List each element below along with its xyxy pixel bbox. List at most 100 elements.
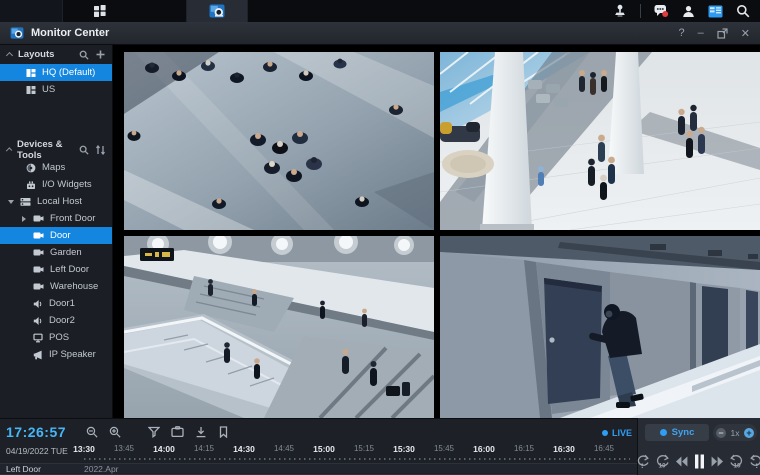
collapse-chevron-icon [6, 147, 12, 153]
devices-search-icon[interactable] [79, 145, 89, 155]
camera-icon [33, 248, 44, 257]
layout-grid-icon [26, 68, 36, 78]
skip-forward-10-button[interactable]: 10 [730, 454, 744, 468]
speed-increase-button[interactable]: + [744, 428, 754, 438]
svg-text:10: 10 [658, 462, 666, 468]
speed-value: 1x [731, 428, 740, 438]
ip-speaker-icon [33, 350, 43, 360]
taskbar-status-area [613, 0, 760, 22]
ruler-tick: 14:30 [224, 444, 264, 456]
add-layout-icon[interactable] [96, 50, 105, 59]
layout-item-hq-default[interactable]: HQ (Default) [0, 64, 112, 81]
bookmark-icon[interactable] [218, 426, 229, 438]
layout-item-us[interactable]: US [0, 81, 112, 98]
surveillance-station-icon [10, 27, 24, 39]
device-item-ip-speaker[interactable]: IP Speaker [0, 346, 112, 363]
devices-header-label: Devices & Tools [17, 139, 72, 161]
track-row-left-door[interactable]: Left Door 2022.Apr [0, 463, 637, 473]
previous-event-button[interactable] [636, 454, 649, 468]
ruler-tick: 13:45 [104, 444, 144, 456]
map-icon [26, 163, 36, 173]
rewind-button[interactable] [675, 456, 688, 467]
tab-main-menu[interactable] [63, 0, 187, 22]
camera-icon [33, 231, 44, 240]
camera-icon [33, 282, 44, 291]
device-item-door[interactable]: Door [0, 227, 112, 244]
taskbar-divider [640, 4, 641, 18]
layouts-section-header[interactable]: Layouts [0, 45, 112, 64]
timeline-zoom-in-icon[interactable] [109, 426, 121, 438]
playback-panel: Sync − 1x + 10 [637, 418, 760, 475]
camera-icon [33, 265, 44, 274]
fast-forward-button[interactable] [711, 456, 724, 467]
device-item-io-widgets[interactable]: I/O Widgets [0, 176, 112, 193]
ruler-tick: 16:30 [544, 444, 584, 456]
snapshot-icon[interactable] [171, 426, 184, 438]
device-item-label: Local Host [37, 196, 82, 207]
ruler-tick: 16:00 [464, 444, 504, 456]
collapsed-chevron-icon[interactable] [22, 216, 26, 222]
device-item-left-door[interactable]: Left Door [0, 261, 112, 278]
transport-controls: 10 10 [638, 447, 760, 475]
timeline-toolbar [86, 426, 229, 438]
ruler-tick: 14:15 [184, 444, 224, 456]
audio-out-icon [33, 299, 43, 309]
device-item-label: Garden [50, 247, 82, 258]
device-item-door2[interactable]: Door2 [0, 312, 112, 329]
device-item-local-host[interactable]: Local Host [0, 193, 112, 210]
device-item-garden[interactable]: Garden [0, 244, 112, 261]
camera-feed-4-side-door[interactable] [440, 236, 760, 418]
device-item-pos[interactable]: POS [0, 329, 112, 346]
device-item-maps[interactable]: Maps [0, 159, 112, 176]
expanded-chevron-icon[interactable] [8, 200, 14, 204]
next-event-button[interactable] [750, 454, 760, 468]
surveillance-station-icon [209, 4, 225, 18]
devices-section-header[interactable]: Devices & Tools [0, 140, 112, 159]
popout-button[interactable] [717, 28, 728, 39]
help-button[interactable]: ? [679, 27, 685, 39]
window-title: Monitor Center [31, 27, 109, 39]
live-indicator[interactable]: LIVE [602, 428, 632, 438]
speed-decrease-button[interactable]: − [716, 428, 726, 438]
ruler-tick: 14:00 [144, 444, 184, 456]
search-icon[interactable] [736, 4, 750, 18]
camera-feed-2-atrium-lobby[interactable] [440, 52, 760, 230]
sync-button[interactable]: Sync [645, 424, 709, 441]
device-item-label: Maps [42, 162, 65, 173]
device-item-door1[interactable]: Door1 [0, 295, 112, 312]
close-button[interactable]: ✕ [741, 27, 750, 40]
layouts-header-label: Layouts [18, 49, 54, 60]
camera-icon [33, 214, 44, 223]
skip-back-10-button[interactable]: 10 [655, 454, 669, 468]
svg-text:10: 10 [733, 462, 741, 468]
download-icon[interactable] [195, 426, 207, 438]
camera-feed-3-escalator-hall[interactable] [124, 236, 434, 418]
filter-icon[interactable] [148, 426, 160, 438]
chat-notification-icon[interactable] [654, 4, 669, 18]
device-item-warehouse[interactable]: Warehouse [0, 278, 112, 295]
timeline-zoom-out-icon[interactable] [86, 426, 98, 438]
device-item-label: Front Door [50, 213, 95, 224]
device-item-front-door[interactable]: Front Door [0, 210, 112, 227]
collapse-chevron-icon [6, 52, 13, 59]
tab-surveillance-station[interactable] [187, 0, 248, 22]
track-label: Left Door [6, 464, 41, 474]
pause-button[interactable] [694, 454, 705, 469]
camera-feed-1-overhead-walkway[interactable] [124, 52, 434, 230]
taskbar-left-segment [0, 0, 63, 22]
playback-clock: 17:26:57 [6, 424, 66, 440]
joystick-icon[interactable] [613, 4, 627, 18]
user-icon[interactable] [682, 5, 695, 18]
device-item-label: Door [50, 230, 71, 241]
sort-list-icon[interactable] [96, 145, 105, 155]
sidebar: Layouts HQ (Default) US Devices & Tools [0, 45, 113, 418]
io-widgets-icon [26, 180, 36, 190]
sync-label: Sync [672, 427, 695, 438]
timeline-ruler[interactable]: 13:30 13:45 14:00 14:15 14:30 14:45 15:0… [64, 444, 624, 456]
ruler-tick-marks [84, 458, 630, 460]
device-item-label: POS [49, 332, 69, 343]
minimize-button[interactable]: – [698, 27, 704, 39]
layouts-search-icon[interactable] [79, 50, 89, 60]
sync-dot [660, 429, 667, 436]
widgets-panel-icon[interactable] [708, 5, 723, 18]
